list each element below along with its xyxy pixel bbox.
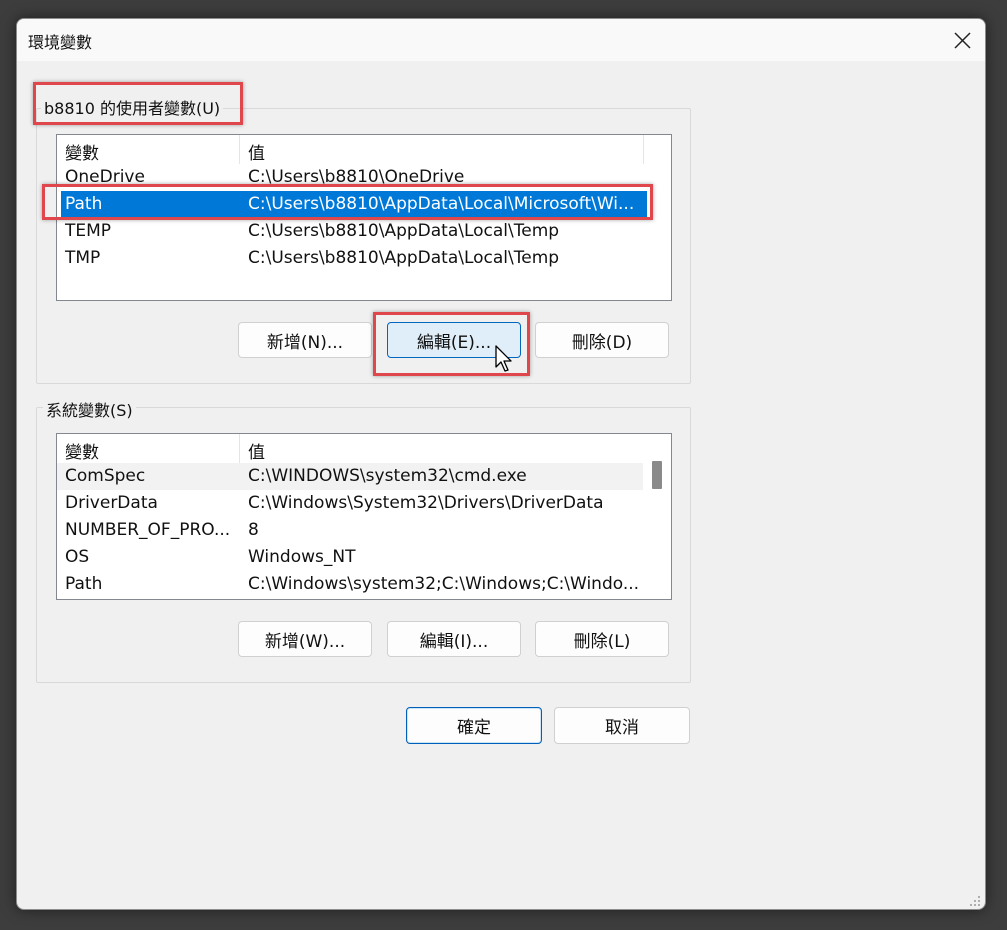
system-edit-button[interactable]: 編輯(I)... bbox=[387, 621, 521, 657]
ok-button[interactable]: 確定 bbox=[406, 707, 542, 744]
vertical-scrollbar[interactable] bbox=[644, 434, 670, 597]
table-row[interactable]: TMP C:\Users\b8810\AppData\Local\Temp bbox=[57, 245, 643, 272]
table-row[interactable]: ComSpec C:\WINDOWS\system32\cmd.exe bbox=[57, 463, 643, 490]
row-variable-name: ComSpec bbox=[65, 466, 146, 486]
column-header-variable[interactable]: 變數 bbox=[65, 438, 99, 463]
table-row[interactable]: Path C:\Windows\system32;C:\Windows;C:\W… bbox=[57, 571, 643, 598]
mouse-cursor-icon bbox=[495, 345, 512, 372]
row-variable-value: Windows_NT bbox=[248, 547, 356, 567]
row-variable-value: C:\Users\b8810\AppData\Local\Temp bbox=[248, 248, 560, 268]
row-variable-name: TMP bbox=[65, 248, 101, 268]
list-header: 變數 值 bbox=[57, 434, 671, 463]
resize-grip-icon[interactable] bbox=[969, 895, 981, 907]
table-row[interactable]: OS Windows_NT bbox=[57, 544, 643, 571]
environment-variables-dialog: 環境變數 b8810 的使用者變數(U) 變數 值 OneDrive C:\Us… bbox=[16, 18, 986, 910]
row-variable-name: NUMBER_OF_PRO... bbox=[65, 520, 231, 540]
column-header-value[interactable]: 值 bbox=[248, 139, 265, 164]
row-variable-value: 8 bbox=[248, 520, 259, 540]
table-row-selected[interactable]: Path C:\Users\b8810\AppData\Local\Micros… bbox=[61, 191, 647, 218]
row-variable-value: C:\WINDOWS\system32\cmd.exe bbox=[248, 466, 527, 486]
column-header-variable[interactable]: 變數 bbox=[65, 139, 99, 164]
row-variable-name: OS bbox=[65, 547, 90, 567]
system-delete-button[interactable]: 刪除(L) bbox=[535, 621, 669, 657]
scrollbar-thumb[interactable] bbox=[652, 461, 662, 489]
table-row[interactable]: DriverData C:\Windows\System32\Drivers\D… bbox=[57, 490, 643, 517]
row-variable-value: C:\Windows\System32\Drivers\DriverData bbox=[248, 493, 604, 513]
table-row[interactable]: NUMBER_OF_PRO... 8 bbox=[57, 517, 643, 544]
close-button[interactable] bbox=[939, 19, 985, 61]
user-variables-label: b8810 的使用者變數(U) bbox=[41, 95, 224, 119]
row-variable-value: C:\Users\b8810\AppData\Local\Temp bbox=[248, 221, 560, 241]
system-new-button[interactable]: 新增(W)... bbox=[238, 621, 372, 657]
user-variables-list[interactable]: 變數 值 OneDrive C:\Users\b8810\OneDrive Pa… bbox=[56, 134, 672, 301]
close-icon bbox=[953, 31, 971, 49]
row-variable-name: Path bbox=[65, 574, 103, 594]
user-delete-button[interactable]: 刪除(D) bbox=[535, 322, 669, 358]
row-variable-value: C:\Users\b8810\AppData\Local\Microsoft\W… bbox=[248, 194, 635, 214]
column-header-value[interactable]: 值 bbox=[248, 438, 265, 463]
system-variables-label: 系統變數(S) bbox=[43, 397, 136, 421]
row-variable-name: Path bbox=[65, 194, 103, 214]
table-row[interactable]: TEMP C:\Users\b8810\AppData\Local\Temp bbox=[57, 218, 643, 245]
user-new-button[interactable]: 新增(N)... bbox=[238, 322, 372, 358]
row-variable-name: TEMP bbox=[65, 221, 112, 241]
row-variable-value: C:\Users\b8810\OneDrive bbox=[248, 167, 465, 187]
row-variable-name: OneDrive bbox=[65, 167, 145, 187]
window-title: 環境變數 bbox=[28, 33, 93, 52]
row-variable-value: C:\Windows\system32;C:\Windows;C:\Windo.… bbox=[248, 574, 640, 594]
cancel-button[interactable]: 取消 bbox=[554, 707, 690, 744]
table-row[interactable]: OneDrive C:\Users\b8810\OneDrive bbox=[57, 164, 643, 191]
system-variables-list[interactable]: 變數 值 ComSpec C:\WINDOWS\system32\cmd.exe… bbox=[56, 433, 672, 600]
title-bar: 環境變數 bbox=[17, 19, 985, 61]
list-header: 變數 值 bbox=[57, 135, 671, 164]
row-variable-name: DriverData bbox=[65, 493, 158, 513]
